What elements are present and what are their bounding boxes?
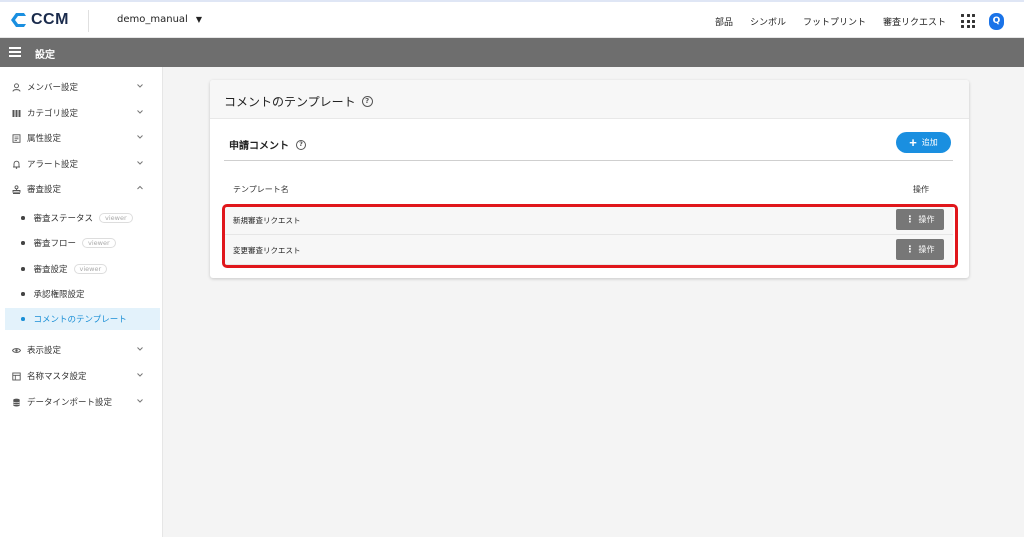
card-title-text: コメントのテンプレート (224, 95, 356, 109)
sidebar-item-label: 属性設定 (27, 134, 62, 144)
bell-icon (12, 160, 21, 169)
sidebar-subitem-comment-template[interactable]: コメントのテンプレート (5, 308, 160, 330)
stamp-icon (12, 184, 21, 194)
top-bar: CCM demo_manual ▼ 部品 シンボル フットプリント 審査リクエス… (0, 0, 1024, 38)
sidebar-subitem-label: 審査設定 (33, 265, 68, 275)
sidebar-item-category[interactable]: カテゴリ設定 (0, 102, 163, 124)
document-icon (12, 133, 21, 143)
sidebar-subitem-label: 審査フロー (33, 239, 77, 249)
section-title: 申請コメント ? (229, 137, 306, 152)
highlight-annotation-box (222, 204, 958, 268)
sidebar-item-label: カテゴリ設定 (27, 109, 79, 119)
sidebar-item-alert[interactable]: アラート設定 (0, 153, 163, 175)
sidebar-item-member[interactable]: メンバー設定 (0, 76, 163, 98)
bullet (21, 292, 25, 296)
bullet (21, 317, 25, 321)
chevron-down-icon (136, 133, 144, 141)
viewer-badge: viewer (82, 238, 116, 248)
divider (88, 10, 89, 32)
top-nav: 部品 シンボル フットプリント 審査リクエスト (715, 15, 946, 28)
add-button-label: 追加 (921, 138, 938, 147)
help-icon[interactable]: ? (296, 139, 306, 150)
sidebar-item-label: メンバー設定 (27, 83, 79, 93)
chevron-down-icon (136, 82, 144, 90)
person-icon (12, 82, 21, 92)
apps-grid-icon[interactable] (961, 14, 975, 28)
caret-down-icon: ▼ (195, 15, 202, 24)
sidebar-subitem-review-settings[interactable]: 審査設定 viewer (5, 258, 160, 280)
chevron-down-icon (136, 397, 144, 405)
bullet (21, 241, 25, 245)
sidebar: メンバー設定 カテゴリ設定 属性設定 アラート設定 審査設定 審査ステータス v… (0, 67, 163, 537)
sidebar-item-label: 審査設定 (27, 185, 62, 195)
sidebar-subitem-label: 審査ステータス (33, 214, 94, 224)
scrollbar-track (1016, 67, 1024, 537)
help-icon[interactable]: ? (361, 96, 373, 107)
chevron-up-icon (136, 184, 144, 192)
sidebar-subitem-review-flow[interactable]: 審査フロー viewer (5, 232, 160, 254)
chevron-down-icon (136, 108, 144, 116)
add-button[interactable]: + 追加 (896, 132, 951, 153)
sidebar-item-label: 名称マスタ設定 (27, 372, 87, 382)
sidebar-item-review[interactable]: 審査設定 (0, 178, 163, 200)
eye-icon (12, 346, 21, 355)
sidebar-subitem-review-status[interactable]: 審査ステータス viewer (5, 207, 160, 229)
bullet (21, 267, 25, 271)
user-avatar-icon[interactable]: Q (989, 13, 1004, 30)
sidebar-item-label: アラート設定 (27, 160, 79, 170)
divider (224, 160, 953, 161)
bullet (21, 216, 25, 220)
logo[interactable]: CCM (10, 11, 69, 29)
chevron-down-icon (136, 345, 144, 353)
chevron-down-icon (136, 159, 144, 167)
section-title-text: 申請コメント (229, 141, 289, 152)
category-icon (12, 109, 21, 118)
nav-review-request[interactable]: 審査リクエスト (883, 15, 946, 28)
page-title: 設定 (35, 50, 55, 61)
column-header-operation: 操作 (913, 185, 929, 194)
sidebar-item-label: 表示設定 (27, 346, 62, 356)
plus-icon: + (909, 135, 917, 150)
card-title: コメントのテンプレート ? (224, 93, 373, 110)
sidebar-subitem-label: コメントのテンプレート (33, 315, 127, 325)
sidebar-item-attribute[interactable]: 属性設定 (0, 127, 163, 149)
sidebar-subitem-approval-permission[interactable]: 承認権限設定 (5, 283, 160, 305)
chevron-down-icon (136, 371, 144, 379)
logo-text: CCM (31, 11, 69, 28)
nav-parts[interactable]: 部品 (715, 15, 733, 28)
nav-footprint[interactable]: フットプリント (803, 15, 866, 28)
ccm-logo-icon (10, 12, 28, 28)
viewer-badge: viewer (73, 264, 108, 274)
card-header: コメントのテンプレート ? (210, 80, 969, 119)
project-selector[interactable]: demo_manual ▼ (117, 14, 202, 25)
sidebar-item-display[interactable]: 表示設定 (0, 339, 163, 361)
database-icon (12, 398, 21, 407)
sidebar-item-name-master[interactable]: 名称マスタ設定 (0, 365, 163, 387)
column-header-name: テンプレート名 (233, 185, 289, 194)
page-header: 設定 (0, 38, 1024, 67)
sidebar-item-label: データインポート設定 (27, 398, 113, 408)
sidebar-subitem-label: 承認権限設定 (33, 290, 85, 300)
hamburger-menu-icon[interactable] (9, 47, 21, 57)
table-icon (12, 372, 21, 381)
nav-symbol[interactable]: シンボル (750, 15, 786, 28)
sidebar-item-data-import[interactable]: データインポート設定 (0, 391, 163, 413)
project-name: demo_manual (117, 14, 188, 25)
viewer-badge: viewer (99, 213, 133, 223)
